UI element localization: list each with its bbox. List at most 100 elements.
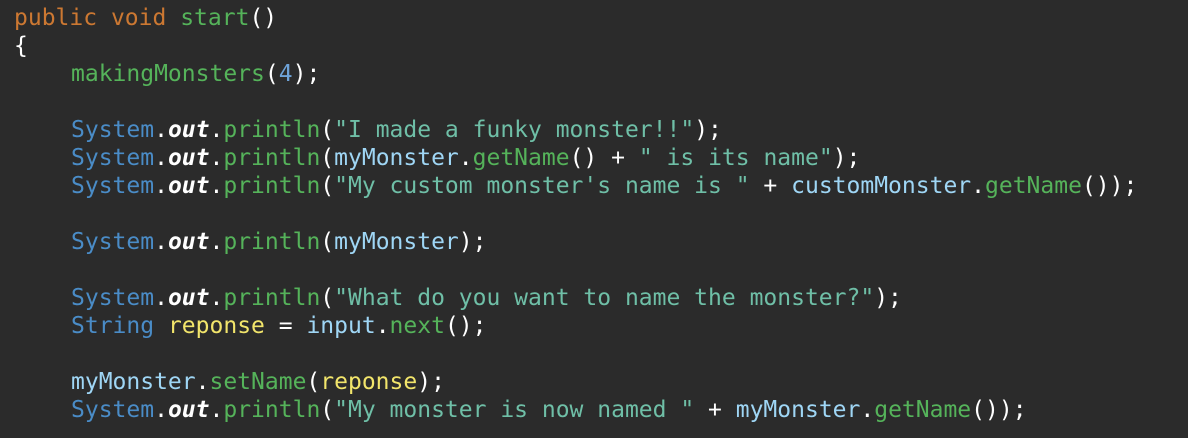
code-line: System.out.println(myMonster); — [14, 228, 1188, 256]
code-token: input — [306, 313, 376, 339]
code-token: next — [389, 313, 445, 339]
code-token: . — [209, 173, 224, 199]
code-token: + — [694, 397, 736, 423]
code-token: getName — [472, 145, 570, 171]
code-token: System — [71, 285, 155, 311]
code-token: getName — [874, 397, 972, 423]
code-token: "My custom monster's name is " — [334, 173, 750, 199]
code-token: println — [223, 145, 321, 171]
code-token: () + — [569, 145, 639, 171]
code-token: println — [223, 229, 321, 255]
code-token: = — [264, 313, 307, 339]
code-token: getName — [985, 173, 1082, 199]
code-token: reponse — [320, 369, 418, 395]
code-token: System — [71, 117, 155, 143]
code-token: ( — [320, 285, 335, 311]
code-token: System — [71, 397, 155, 423]
code-token: ( — [306, 369, 321, 395]
code-token: out — [167, 285, 210, 311]
code-token: makingMonsters — [71, 61, 265, 87]
code-token: println — [223, 117, 321, 143]
code-token: . — [458, 145, 473, 171]
code-token: out — [167, 145, 210, 171]
code-lines: public void start(){makingMonsters(4); S… — [14, 4, 1188, 424]
code-token: myMonster — [735, 397, 861, 423]
code-token: out — [167, 117, 210, 143]
code-token: customMonster — [791, 173, 972, 199]
code-token: { — [14, 33, 28, 59]
code-token: myMonster — [71, 369, 196, 395]
code-token: myMonster — [334, 145, 459, 171]
code-token: . — [154, 285, 168, 311]
code-token: System — [71, 173, 155, 199]
code-line: String reponse = input.next(); — [14, 312, 1188, 340]
code-token: . — [209, 117, 224, 143]
code-token: "My monster is now named " — [334, 397, 695, 423]
code-token: ()); — [971, 397, 1027, 423]
code-token: out — [167, 229, 210, 255]
code-token: . — [154, 397, 168, 423]
code-token: ); — [832, 145, 861, 171]
code-token: setName — [209, 369, 307, 395]
code-editor[interactable]: public void start(){makingMonsters(4); S… — [0, 0, 1188, 438]
code-token: System — [71, 229, 155, 255]
code-line: System.out.println("My custom monster's … — [14, 172, 1188, 200]
code-token: . — [209, 397, 224, 423]
code-token: out — [167, 173, 210, 199]
code-token: println — [223, 173, 321, 199]
code-line: public void start() — [14, 4, 1188, 32]
code-token: ( — [264, 61, 279, 87]
code-token: start — [180, 5, 250, 31]
code-token: ( — [320, 397, 335, 423]
code-token: out — [167, 397, 210, 423]
code-token: . — [154, 117, 168, 143]
code-token: myMonster — [334, 229, 459, 255]
code-token: ( — [320, 145, 335, 171]
code-token: . — [209, 229, 224, 255]
code-token: () — [249, 5, 278, 31]
code-token: ( — [320, 173, 335, 199]
code-token: . — [860, 397, 875, 423]
code-token: println — [223, 285, 321, 311]
code-token: ); — [458, 229, 487, 255]
code-token: ( — [320, 117, 335, 143]
code-token: . — [971, 173, 985, 199]
code-token: ); — [694, 117, 722, 143]
code-token: ()); — [1081, 173, 1138, 199]
code-line: System.out.println("I made a funky monst… — [14, 116, 1188, 144]
code-token: ); — [874, 285, 902, 311]
code-token: ); — [292, 61, 321, 87]
code-token: "I made a funky monster!!" — [334, 117, 695, 143]
code-token: " is its name" — [638, 145, 833, 171]
code-token: String — [71, 313, 155, 339]
code-token: . — [375, 313, 390, 339]
code-token: . — [195, 369, 210, 395]
code-token: public — [14, 5, 98, 31]
code-token: System — [71, 145, 155, 171]
code-line: System.out.println("My monster is now na… — [14, 396, 1188, 424]
code-token: . — [209, 145, 224, 171]
code-line: System.out.println(myMonster.getName() +… — [14, 144, 1188, 172]
code-token: 4 — [278, 61, 293, 87]
code-token: println — [223, 397, 321, 423]
code-token: void — [110, 5, 167, 31]
code-token: ( — [320, 229, 335, 255]
code-line: System.out.println("What do you want to … — [14, 284, 1188, 312]
code-token: + — [749, 173, 792, 199]
code-token: . — [154, 145, 168, 171]
code-line: myMonster.setName(reponse); — [14, 368, 1188, 396]
code-line: { — [14, 32, 1188, 60]
code-token: . — [154, 173, 168, 199]
code-token: . — [154, 229, 168, 255]
code-token: . — [209, 285, 224, 311]
code-token: reponse — [167, 313, 265, 339]
code-token: ); — [417, 369, 445, 395]
code-line: makingMonsters(4); — [14, 60, 1188, 88]
